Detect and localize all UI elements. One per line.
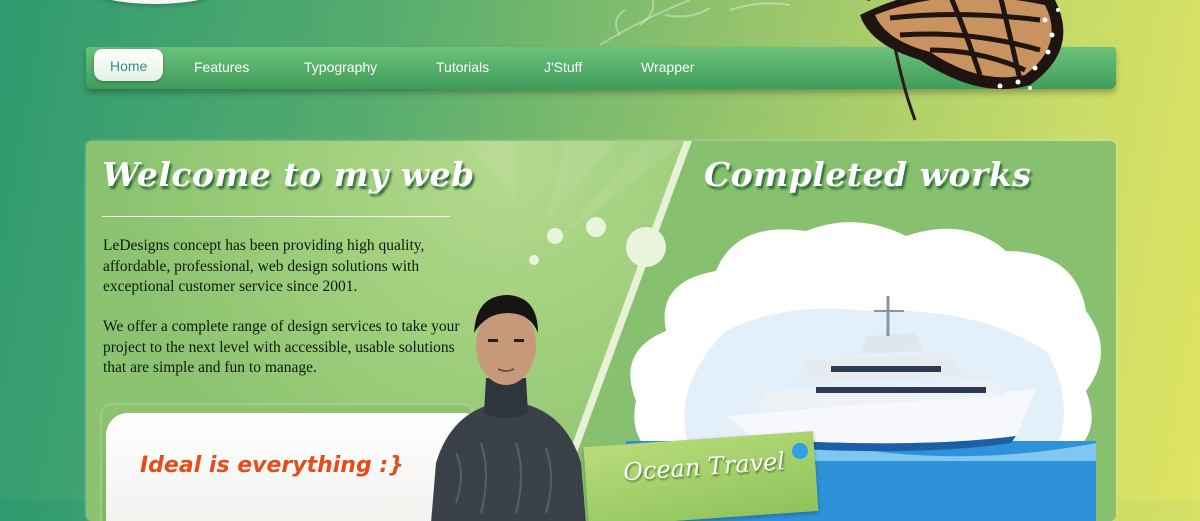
intro-paragraph: LeDesigns concept has been providing hig… [103,237,425,295]
top-logo-oval [95,0,215,4]
nav-home[interactable]: Home [94,49,164,81]
ideal-card: Ideal is everything :} [106,413,476,521]
nav-jstuff[interactable]: J'Stuff [544,57,582,77]
services-paragraph: We offer a complete range of design serv… [103,318,460,376]
ocean-travel-tag[interactable]: Ocean Travel [583,431,819,521]
nav-typography[interactable]: Typography [304,57,377,77]
person-photo [431,295,586,521]
content-panel: Welcome to my web LeDesigns concept has … [86,141,1116,521]
ideal-box: Ideal is everything :} [102,405,476,521]
ocean-travel-caption: Ocean Travel [622,447,786,487]
welcome-title: Welcome to my web [102,155,475,194]
pin-dot-icon [792,443,808,459]
nav-wrapper[interactable]: Wrapper [641,57,694,77]
leaves-decoration [599,0,791,46]
nav-tutorials[interactable]: Tutorials [436,57,489,77]
nav-features[interactable]: Features [194,57,249,77]
ideal-text: Ideal is everything :} [140,453,404,478]
butterfly-icon [860,0,1064,121]
completed-works-title: Completed works [704,155,1032,194]
welcome-divider [102,216,450,217]
